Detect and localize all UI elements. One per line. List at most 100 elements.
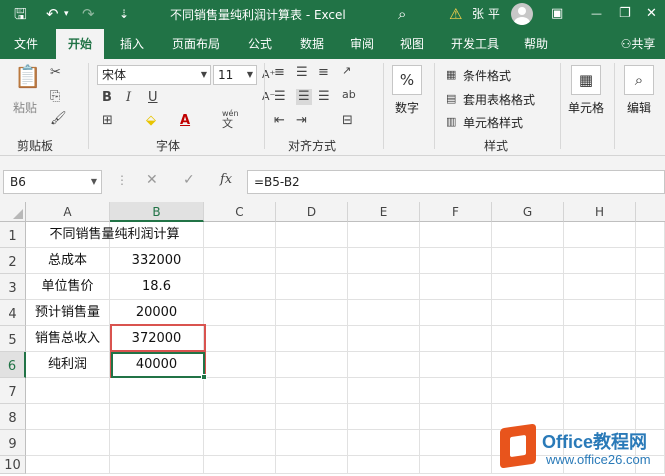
search-icon[interactable]: ⌕ — [398, 4, 406, 24]
empty-cell[interactable] — [564, 274, 636, 300]
row-header[interactable]: 2 — [0, 248, 26, 274]
column-header-d[interactable]: D — [276, 202, 348, 222]
table-format-icon[interactable]: ▤ — [446, 91, 456, 107]
empty-cell[interactable] — [26, 456, 110, 474]
minimize-icon[interactable]: — — [591, 4, 602, 24]
column-header-a[interactable]: A — [26, 202, 110, 222]
empty-cell[interactable] — [348, 352, 420, 378]
bold-icon[interactable]: B — [102, 90, 112, 106]
cell-a1[interactable]: 不同销售量纯利润计算 — [26, 222, 204, 248]
empty-cell[interactable] — [348, 248, 420, 274]
row-header[interactable]: 1 — [0, 222, 26, 248]
cells-icon[interactable]: ▦ — [571, 65, 601, 95]
cell-a5[interactable]: 销售总收入 — [26, 326, 110, 352]
empty-cell[interactable] — [276, 378, 348, 404]
empty-cell[interactable] — [348, 378, 420, 404]
tab-help[interactable]: 帮助 — [514, 29, 558, 59]
empty-cell[interactable] — [564, 248, 636, 274]
empty-cell[interactable] — [420, 274, 492, 300]
row-header[interactable]: 6 — [0, 352, 26, 378]
align-middle-icon[interactable]: ☰ — [296, 65, 308, 81]
empty-cell[interactable] — [564, 222, 636, 248]
percent-icon[interactable]: % — [392, 65, 422, 95]
enter-icon[interactable]: ✓ — [183, 172, 195, 188]
empty-cell[interactable] — [420, 430, 492, 456]
tab-insert[interactable]: 插入 — [110, 29, 154, 59]
align-right-icon[interactable]: ☰ — [318, 89, 330, 105]
cell-b3[interactable]: 18.6 — [110, 274, 204, 300]
empty-cell[interactable] — [276, 300, 348, 326]
empty-cell[interactable] — [26, 378, 110, 404]
format-painter-icon[interactable]: 🖌 — [50, 111, 67, 127]
empty-cell[interactable] — [636, 326, 665, 352]
empty-cell[interactable] — [110, 378, 204, 404]
empty-cell[interactable] — [420, 300, 492, 326]
empty-cell[interactable] — [420, 326, 492, 352]
empty-cell[interactable] — [204, 404, 276, 430]
conditional-format-icon[interactable]: ▦ — [446, 67, 456, 83]
cancel-icon[interactable]: ✕ — [146, 172, 158, 188]
empty-cell[interactable] — [420, 404, 492, 430]
row-header[interactable]: 10 — [0, 456, 26, 474]
empty-cell[interactable] — [276, 456, 348, 474]
cell-styles-icon[interactable]: ▥ — [446, 114, 456, 130]
empty-cell[interactable] — [636, 222, 665, 248]
tab-developer[interactable]: 开发工具 — [443, 29, 507, 59]
avatar[interactable] — [511, 3, 533, 25]
empty-cell[interactable] — [492, 274, 564, 300]
italic-icon[interactable]: I — [126, 90, 131, 106]
column-header-b[interactable]: B — [110, 202, 204, 222]
cell-a3[interactable]: 单位售价 — [26, 274, 110, 300]
empty-cell[interactable] — [276, 248, 348, 274]
tab-file[interactable]: 文件 — [4, 29, 48, 59]
paste-button[interactable]: 粘贴 — [13, 99, 37, 116]
column-header-g[interactable]: G — [492, 202, 564, 222]
empty-cell[interactable] — [276, 326, 348, 352]
empty-cell[interactable] — [276, 274, 348, 300]
empty-cell[interactable] — [420, 222, 492, 248]
empty-cell[interactable] — [204, 326, 276, 352]
copy-icon[interactable]: ⎘ — [50, 89, 60, 105]
paste-icon[interactable]: 📋 — [14, 65, 41, 91]
save-icon[interactable]: 🖫 — [14, 4, 27, 24]
column-header-h[interactable]: H — [564, 202, 636, 222]
empty-cell[interactable] — [204, 430, 276, 456]
tab-view[interactable]: 视图 — [390, 29, 434, 59]
empty-cell[interactable] — [636, 274, 665, 300]
close-icon[interactable]: ✕ — [646, 4, 657, 24]
fill-color-icon[interactable]: ⬙ — [146, 113, 156, 129]
empty-cell[interactable] — [110, 404, 204, 430]
empty-cell[interactable] — [204, 222, 276, 248]
align-bottom-icon[interactable]: ≡ — [318, 65, 329, 81]
align-top-icon[interactable]: ≡ — [274, 65, 285, 81]
align-center-icon[interactable]: ☰ — [296, 89, 312, 105]
tab-home[interactable]: 开始 — [56, 29, 104, 59]
row-header[interactable]: 3 — [0, 274, 26, 300]
empty-cell[interactable] — [348, 430, 420, 456]
empty-cell[interactable] — [492, 326, 564, 352]
empty-cell[interactable] — [492, 300, 564, 326]
empty-cell[interactable] — [636, 300, 665, 326]
name-box[interactable]: B6 ▼ — [3, 170, 102, 194]
empty-cell[interactable] — [204, 248, 276, 274]
empty-cell[interactable] — [26, 430, 110, 456]
empty-cell[interactable] — [564, 378, 636, 404]
user-name[interactable]: 张 平 — [472, 5, 500, 22]
font-size-select[interactable]: 11 ▼ — [213, 65, 257, 85]
tab-review[interactable]: 审阅 — [340, 29, 384, 59]
font-color-icon[interactable]: A — [180, 113, 190, 129]
underline-icon[interactable]: U — [148, 90, 158, 106]
empty-cell[interactable] — [204, 274, 276, 300]
outdent-icon[interactable]: ⇤ — [274, 113, 285, 129]
tab-data[interactable]: 数据 — [290, 29, 334, 59]
empty-cell[interactable] — [276, 430, 348, 456]
undo-dropdown-icon[interactable]: ▾ — [64, 4, 69, 24]
empty-cell[interactable] — [276, 404, 348, 430]
ribbon-display-icon[interactable]: ▣ — [551, 4, 563, 24]
share-button[interactable]: ⚇共享 — [612, 29, 664, 59]
cell-styles-button[interactable]: 单元格样式 — [463, 114, 523, 131]
align-left-icon[interactable]: ☰ — [274, 89, 286, 105]
empty-cell[interactable] — [276, 352, 348, 378]
empty-cell[interactable] — [204, 456, 276, 474]
cell-b2[interactable]: 332000 — [110, 248, 204, 274]
